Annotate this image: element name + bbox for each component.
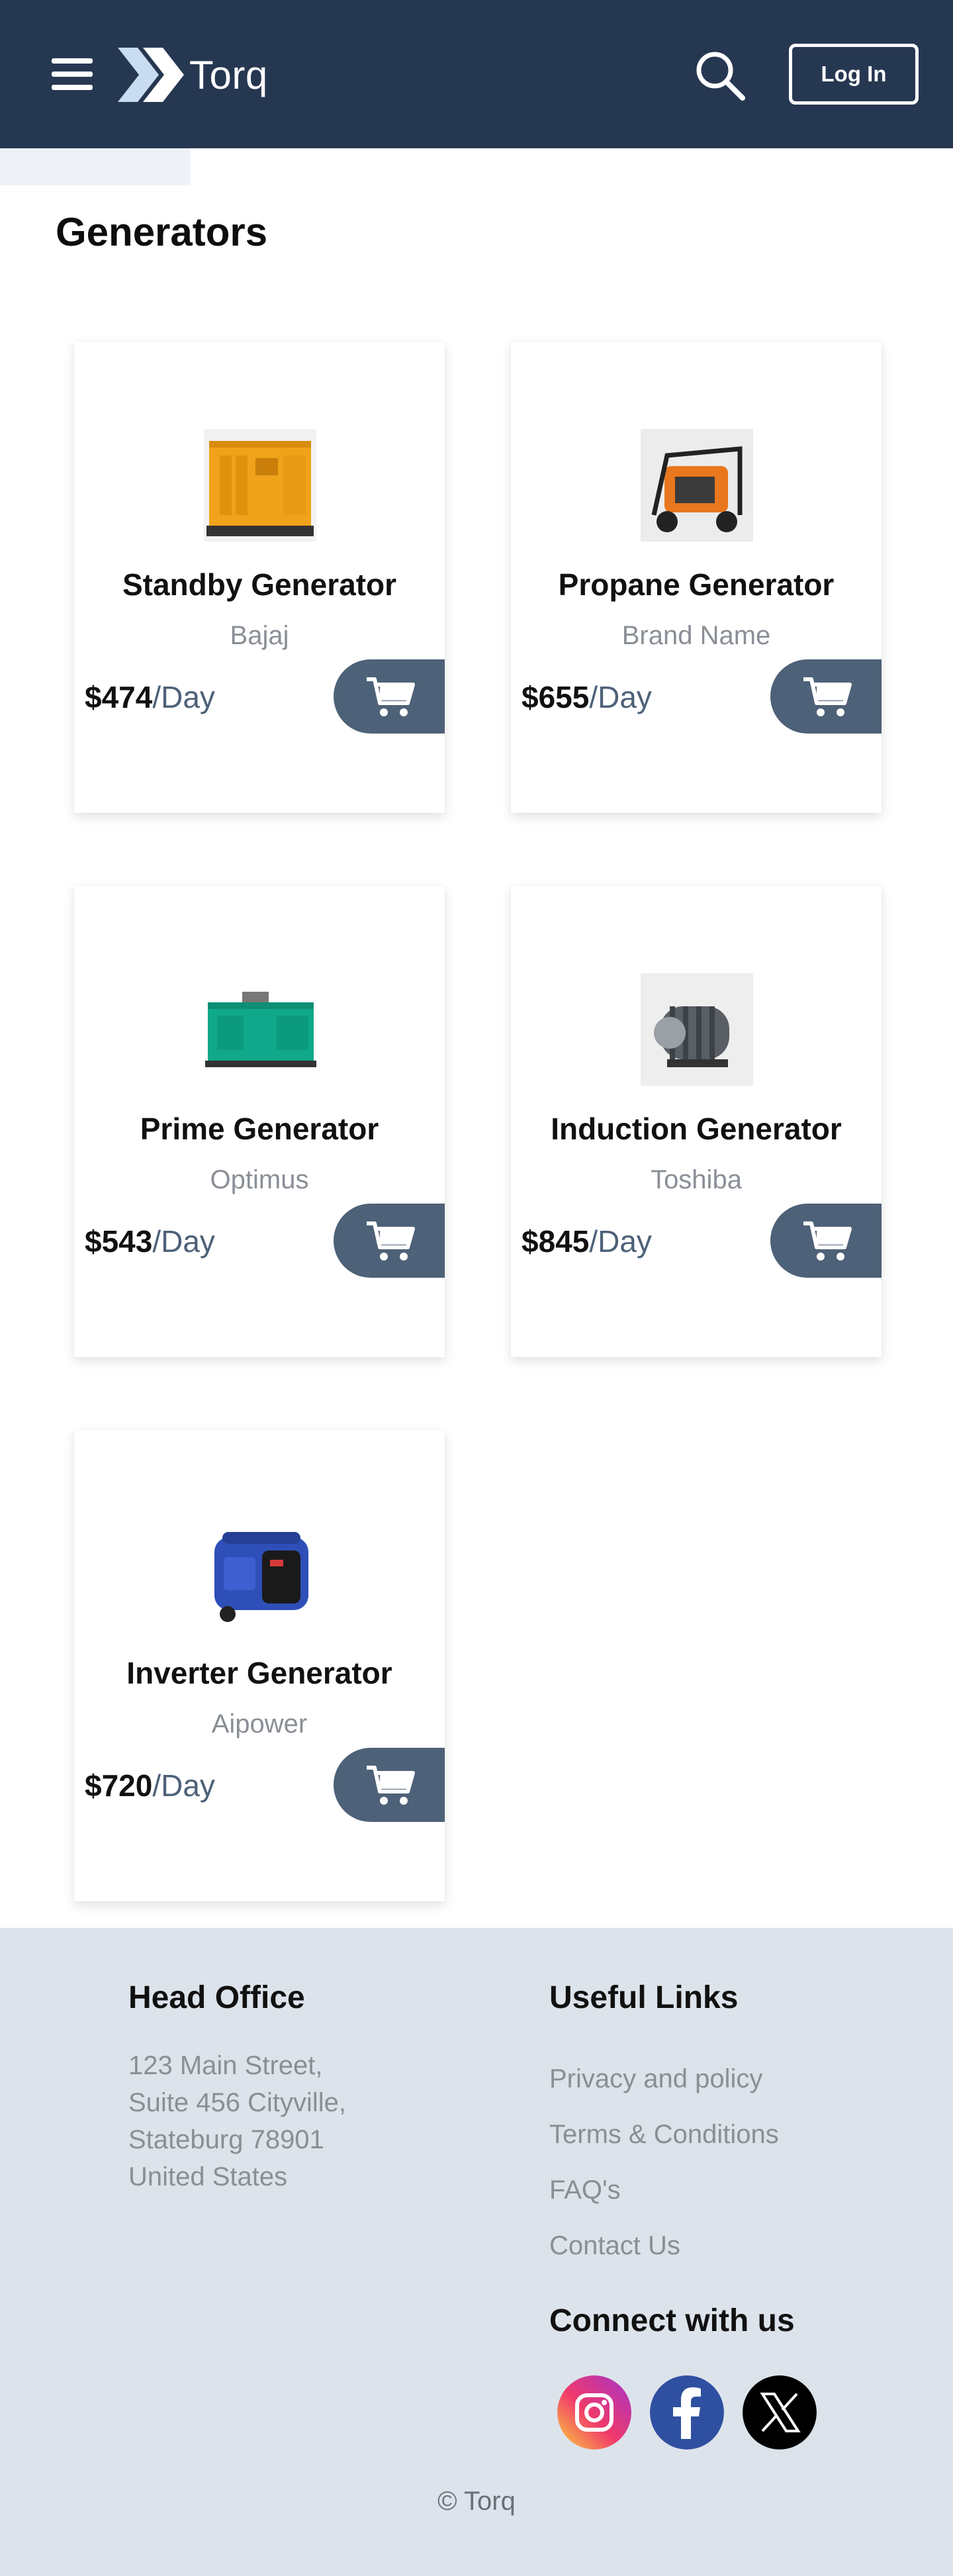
page-title: Generators	[56, 210, 268, 254]
price-amount: $474	[85, 680, 153, 714]
x-icon[interactable]	[743, 2375, 817, 2450]
add-to-cart-button[interactable]	[334, 1748, 445, 1822]
hamburger-menu-icon[interactable]	[52, 58, 95, 90]
add-to-cart-button[interactable]	[770, 1204, 882, 1278]
product-price: $845/Day	[522, 1223, 652, 1259]
product-price: $474/Day	[85, 679, 215, 715]
search-icon[interactable]	[694, 49, 747, 102]
footer	[0, 1928, 953, 2576]
add-to-cart-button[interactable]	[334, 1204, 445, 1278]
logo-text: Torq	[189, 52, 268, 97]
price-amount: $845	[522, 1224, 590, 1259]
price-unit: /Day	[152, 1768, 215, 1803]
product-card[interactable]: Prime Generator Optimus $543/Day	[74, 886, 445, 1357]
cart-icon	[803, 677, 852, 716]
product-brand: Toshiba	[651, 1165, 742, 1194]
product-price: $655/Day	[522, 679, 652, 715]
login-button[interactable]: Log In	[789, 44, 919, 105]
product-name: Prime Generator	[140, 1112, 379, 1146]
price-unit: /Day	[589, 1224, 652, 1259]
cart-icon	[367, 1221, 415, 1261]
product-card[interactable]: Inverter Generator Aipower $720/Day	[74, 1430, 445, 1901]
product-brand: Optimus	[210, 1165, 309, 1194]
address-line: Stateburg 78901	[128, 2125, 324, 2154]
connect-heading: Connect with us	[549, 2303, 795, 2338]
terms-conditions-link[interactable]: Terms & Conditions	[549, 2120, 779, 2150]
privacy-policy-link[interactable]: Privacy and policy	[549, 2064, 762, 2094]
product-price: $543/Day	[85, 1223, 215, 1259]
add-to-cart-button[interactable]	[770, 659, 882, 734]
cart-icon	[367, 1766, 415, 1805]
product-brand: Aipower	[211, 1709, 308, 1739]
product-card[interactable]: Induction Generator Toshiba $845/Day	[511, 886, 882, 1357]
contact-us-link[interactable]: Contact Us	[549, 2231, 680, 2261]
product-name: Standby Generator	[122, 567, 397, 602]
prime-generator-image	[205, 992, 316, 1067]
cart-icon	[367, 677, 415, 716]
useful-links-heading: Useful Links	[549, 1980, 739, 2015]
logo[interactable]: Torq	[118, 45, 268, 105]
price-unit: /Day	[589, 680, 652, 714]
price-amount: $655	[522, 680, 590, 714]
product-name: Propane Generator	[558, 567, 835, 602]
product-name: Induction Generator	[551, 1112, 842, 1146]
address-line: Suite 456 Cityville,	[128, 2088, 347, 2117]
address-line: United States	[128, 2162, 288, 2191]
facebook-icon[interactable]	[650, 2375, 724, 2450]
subheader-strip	[0, 148, 191, 185]
standby-generator-image	[204, 429, 316, 542]
product-card[interactable]: Propane Generator Brand Name $655/Day	[511, 342, 882, 813]
propane-generator-image	[641, 429, 753, 542]
price-amount: $543	[85, 1224, 153, 1259]
top-navbar: Torq Log In	[0, 0, 953, 148]
induction-generator-image	[641, 973, 753, 1086]
product-brand: Brand Name	[621, 621, 771, 650]
instagram-icon[interactable]	[557, 2375, 631, 2450]
product-name: Inverter Generator	[126, 1656, 392, 1690]
price-unit: /Day	[152, 680, 215, 714]
logo-chevrons-icon	[118, 48, 184, 102]
product-price: $720/Day	[85, 1768, 215, 1803]
product-card[interactable]: Standby Generator Bajaj $474/Day	[74, 342, 445, 813]
cart-icon	[803, 1221, 852, 1261]
address-line: 123 Main Street,	[128, 2051, 323, 2080]
inverter-generator-image	[214, 1532, 308, 1622]
price-amount: $720	[85, 1768, 153, 1803]
head-office-heading: Head Office	[128, 1980, 305, 2015]
copyright-text: © Torq	[437, 2487, 516, 2516]
add-to-cart-button[interactable]	[334, 659, 445, 734]
price-unit: /Day	[152, 1224, 215, 1259]
faq-link[interactable]: FAQ's	[549, 2175, 621, 2205]
product-brand: Bajaj	[230, 621, 289, 650]
